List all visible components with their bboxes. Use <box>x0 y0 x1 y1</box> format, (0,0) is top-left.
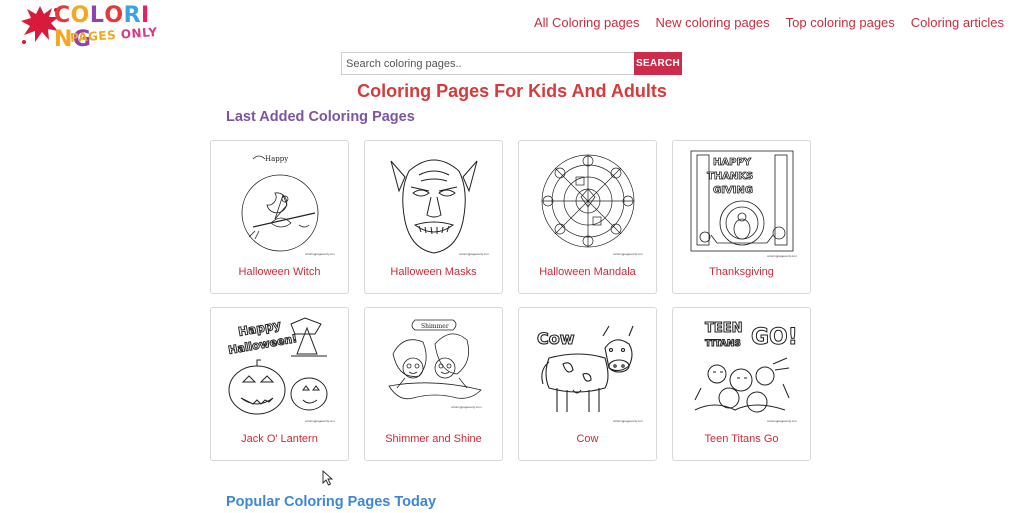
logo-letter: C <box>54 3 71 28</box>
logo-letter: I <box>141 3 150 28</box>
card-halloween-mandala[interactable]: coloringpagesonly.com Halloween Mandala <box>518 140 657 294</box>
svg-text:coloringpagesonly.com: coloringpagesonly.com <box>459 252 489 256</box>
thumbnail-halloween-witch[interactable]: Happy coloringpagesonly.com <box>225 147 336 259</box>
svg-text:coloringpagesonly.com: coloringpagesonly.com <box>767 254 797 258</box>
svg-text:coloringpagesonly.com: coloringpagesonly.com <box>613 252 643 256</box>
nav-all-coloring-pages[interactable]: All Coloring pages <box>534 15 640 31</box>
site-logo[interactable]: COLORING PAGES ONLY <box>18 2 168 52</box>
svg-text:HAPPY: HAPPY <box>713 157 752 168</box>
thumbnail-jack-o-lantern[interactable]: Happy Halloween! coloringpagesonly.com <box>225 314 336 426</box>
section-title-last-added: Last Added Coloring Pages <box>226 109 415 125</box>
svg-text:coloringpagesonly.com: coloringpagesonly.com <box>305 419 335 423</box>
thumbnail-halloween-masks[interactable]: coloringpagesonly.com <box>379 147 490 259</box>
coloring-page-grid: Happy coloringpagesonly.com Halloween Wi… <box>210 140 811 461</box>
svg-text:coloringpagesonly.com: coloringpagesonly.com <box>613 419 643 423</box>
svg-text:TITANS: TITANS <box>705 339 741 349</box>
thumbnail-cow[interactable]: Cow coloringpagesonly.com <box>533 314 644 426</box>
card-label[interactable]: Jack O' Lantern <box>211 433 348 445</box>
logo-letter: O <box>70 3 90 28</box>
thumbnail-thanksgiving[interactable]: HAPPY THANKS GIVING coloringpagesonly.co… <box>687 147 798 259</box>
section-title-popular: Popular Coloring Pages Today <box>226 494 437 510</box>
card-label[interactable]: Shimmer and Shine <box>365 433 502 445</box>
nav-top-coloring-pages[interactable]: Top coloring pages <box>786 15 895 31</box>
svg-text:Happy: Happy <box>265 155 288 163</box>
svg-text:TEEN: TEEN <box>705 321 743 336</box>
mouse-cursor-icon <box>322 470 334 486</box>
page-title: Coloring Pages For Kids And Adults <box>357 81 667 101</box>
svg-text:Halloween!: Halloween! <box>227 332 298 357</box>
logo-sub-only: ONLY <box>120 24 158 42</box>
card-label[interactable]: Thanksgiving <box>673 266 810 278</box>
card-thanksgiving[interactable]: HAPPY THANKS GIVING coloringpagesonly.co… <box>672 140 811 294</box>
card-halloween-witch[interactable]: Happy coloringpagesonly.com Halloween Wi… <box>210 140 349 294</box>
card-shimmer-and-shine[interactable]: Shimmer coloringpagesonly.com Shimmer an… <box>364 307 503 461</box>
logo-letter: L <box>89 3 105 28</box>
nav-coloring-articles[interactable]: Coloring articles <box>911 15 1004 31</box>
search-form: SEARCH <box>341 52 682 75</box>
logo-letter: O <box>104 3 124 28</box>
card-label[interactable]: Halloween Mandala <box>519 266 656 278</box>
thumbnail-teen-titans-go[interactable]: TEEN TITANS GO! coloringpagesonly.com <box>687 314 798 426</box>
card-label[interactable]: Cow <box>519 433 656 445</box>
svg-text:coloringpagesonly.com: coloringpagesonly.com <box>451 405 482 409</box>
svg-text:GIVING: GIVING <box>713 185 753 196</box>
main-nav: All Coloring pages New coloring pages Top … <box>534 15 1004 31</box>
card-label[interactable]: Halloween Masks <box>365 266 502 278</box>
card-halloween-masks[interactable]: coloringpagesonly.com Halloween Masks <box>364 140 503 294</box>
svg-text:Shimmer: Shimmer <box>421 323 449 330</box>
svg-text:coloringpagesonly.com: coloringpagesonly.com <box>767 419 797 423</box>
svg-text:THANKS: THANKS <box>707 171 753 182</box>
svg-text:Cow: Cow <box>537 329 575 348</box>
svg-text:coloringpagesonly.com: coloringpagesonly.com <box>305 252 335 256</box>
nav-new-coloring-pages[interactable]: New coloring pages <box>655 15 769 31</box>
card-jack-o-lantern[interactable]: Happy Halloween! coloringpagesonly.com J… <box>210 307 349 461</box>
card-cow[interactable]: Cow coloringpagesonly.com Cow <box>518 307 657 461</box>
search-input[interactable] <box>341 52 634 75</box>
thumbnail-halloween-mandala[interactable]: coloringpagesonly.com <box>533 147 644 259</box>
card-label[interactable]: Halloween Witch <box>211 266 348 278</box>
thumbnail-shimmer-and-shine[interactable]: Shimmer coloringpagesonly.com <box>379 314 489 426</box>
card-teen-titans-go[interactable]: TEEN TITANS GO! coloringpagesonly.com Te… <box>672 307 811 461</box>
svg-text:GO!: GO! <box>751 325 797 350</box>
card-label[interactable]: Teen Titans Go <box>673 433 810 445</box>
search-button[interactable]: SEARCH <box>634 52 682 75</box>
logo-letter: R <box>123 3 142 28</box>
